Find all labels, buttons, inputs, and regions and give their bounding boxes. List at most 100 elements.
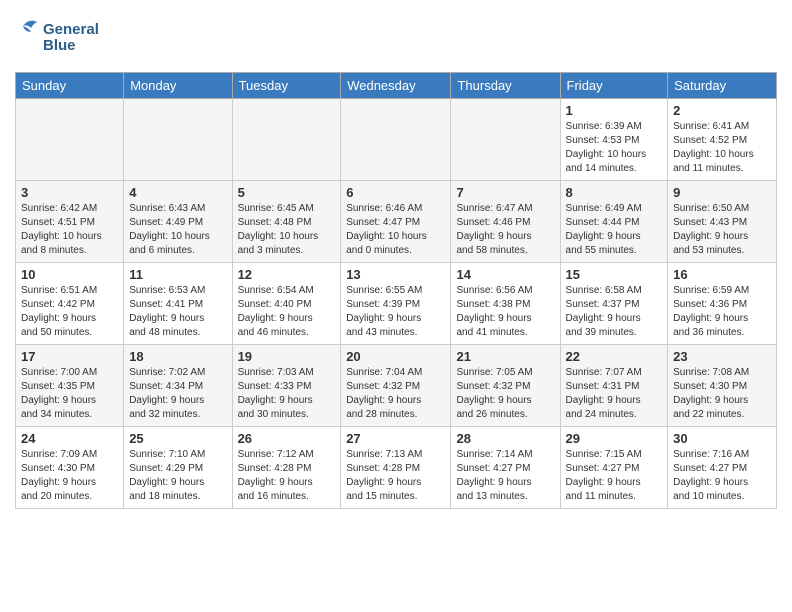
day-number: 18 [129,349,226,364]
day-number: 21 [456,349,554,364]
logo: General Blue [15,14,125,64]
day-info: Sunrise: 7:10 AM Sunset: 4:29 PM Dayligh… [129,448,226,504]
day-number: 23 [673,349,771,364]
calendar-cell: 20 Sunrise: 7:04 AM Sunset: 4:32 PM Dayli… [341,345,451,427]
calendar-cell: 5 Sunrise: 6:45 AM Sunset: 4:48 PM Daylig… [232,181,341,263]
calendar-week-5: 24 Sunrise: 7:09 AM Sunset: 4:30 PM Dayli… [16,427,777,509]
calendar-week-2: 3 Sunrise: 6:42 AM Sunset: 4:51 PM Daylig… [16,181,777,263]
day-number: 15 [566,267,663,282]
day-info: Sunrise: 7:15 AM Sunset: 4:27 PM Dayligh… [566,448,663,504]
calendar-cell: 19Sunrise: 7:03 AM Sunset: 4:33 PM Dayli… [232,345,341,427]
day-number: 14 [456,267,554,282]
calendar-cell: 25 Sunrise: 7:10 AM Sunset: 4:29 PM Dayli… [124,427,232,509]
day-number: 6 [346,185,445,200]
svg-text:Blue: Blue [43,37,76,54]
calendar-cell: 28 Sunrise: 7:14 AM Sunset: 4:27 PM Dayli… [451,427,560,509]
day-number: 25 [129,431,226,446]
calendar-cell: 21Sunrise: 7:05 AM Sunset: 4:32 PM Dayli… [451,345,560,427]
weekday-header-wednesday: Wednesday [341,73,451,99]
day-info: Sunrise: 6:41 AM Sunset: 4:52 PM Dayligh… [673,120,771,176]
day-number: 1 [566,103,663,118]
day-number: 20 [346,349,445,364]
calendar-cell: 11 Sunrise: 6:53 AM Sunset: 4:41 PM Dayli… [124,263,232,345]
calendar-cell: 24 Sunrise: 7:09 AM Sunset: 4:30 PM Dayli… [16,427,124,509]
svg-text:General: General [43,21,99,38]
day-info: Sunrise: 6:43 AM Sunset: 4:49 PM Dayligh… [129,202,226,258]
day-info: Sunrise: 7:07 AM Sunset: 4:31 PM Dayligh… [566,366,663,422]
calendar-week-3: 10Sunrise: 6:51 AM Sunset: 4:42 PM Dayli… [16,263,777,345]
calendar-cell [232,99,341,181]
logo-svg: General Blue [15,14,125,59]
day-info: Sunrise: 7:09 AM Sunset: 4:30 PM Dayligh… [21,448,118,504]
day-info: Sunrise: 6:47 AM Sunset: 4:46 PM Dayligh… [456,202,554,258]
calendar-cell [124,99,232,181]
calendar-cell: 12Sunrise: 6:54 AM Sunset: 4:40 PM Dayli… [232,263,341,345]
day-info: Sunrise: 6:42 AM Sunset: 4:51 PM Dayligh… [21,202,118,258]
day-info: Sunrise: 7:13 AM Sunset: 4:28 PM Dayligh… [346,448,445,504]
day-info: Sunrise: 6:59 AM Sunset: 4:36 PM Dayligh… [673,284,771,340]
day-info: Sunrise: 6:51 AM Sunset: 4:42 PM Dayligh… [21,284,118,340]
calendar-week-1: 1 Sunrise: 6:39 AM Sunset: 4:53 PM Daylig… [16,99,777,181]
calendar-cell: 2Sunrise: 6:41 AM Sunset: 4:52 PM Daylig… [668,99,777,181]
day-info: Sunrise: 6:55 AM Sunset: 4:39 PM Dayligh… [346,284,445,340]
calendar-cell: 17 Sunrise: 7:00 AM Sunset: 4:35 PM Dayli… [16,345,124,427]
day-info: Sunrise: 7:02 AM Sunset: 4:34 PM Dayligh… [129,366,226,422]
calendar-cell: 22 Sunrise: 7:07 AM Sunset: 4:31 PM Dayli… [560,345,668,427]
weekday-header-tuesday: Tuesday [232,73,341,99]
header: General Blue [15,10,777,64]
day-number: 12 [238,267,336,282]
calendar-cell: 9 Sunrise: 6:50 AM Sunset: 4:43 PM Daylig… [668,181,777,263]
day-number: 24 [21,431,118,446]
calendar-cell: 3 Sunrise: 6:42 AM Sunset: 4:51 PM Daylig… [16,181,124,263]
calendar-cell: 4 Sunrise: 6:43 AM Sunset: 4:49 PM Daylig… [124,181,232,263]
day-number: 17 [21,349,118,364]
day-number: 4 [129,185,226,200]
calendar-cell [16,99,124,181]
calendar-cell: 15 Sunrise: 6:58 AM Sunset: 4:37 PM Dayli… [560,263,668,345]
calendar-cell: 13 Sunrise: 6:55 AM Sunset: 4:39 PM Dayli… [341,263,451,345]
day-info: Sunrise: 6:50 AM Sunset: 4:43 PM Dayligh… [673,202,771,258]
day-number: 7 [456,185,554,200]
day-number: 30 [673,431,771,446]
calendar-cell: 7 Sunrise: 6:47 AM Sunset: 4:46 PM Daylig… [451,181,560,263]
calendar-cell: 10Sunrise: 6:51 AM Sunset: 4:42 PM Dayli… [16,263,124,345]
weekday-header-thursday: Thursday [451,73,560,99]
day-number: 22 [566,349,663,364]
calendar-cell [451,99,560,181]
calendar-cell: 6 Sunrise: 6:46 AM Sunset: 4:47 PM Daylig… [341,181,451,263]
calendar-cell: 14Sunrise: 6:56 AM Sunset: 4:38 PM Dayli… [451,263,560,345]
day-number: 27 [346,431,445,446]
day-info: Sunrise: 7:00 AM Sunset: 4:35 PM Dayligh… [21,366,118,422]
day-info: Sunrise: 7:14 AM Sunset: 4:27 PM Dayligh… [456,448,554,504]
day-info: Sunrise: 6:46 AM Sunset: 4:47 PM Dayligh… [346,202,445,258]
weekday-header-monday: Monday [124,73,232,99]
day-info: Sunrise: 7:12 AM Sunset: 4:28 PM Dayligh… [238,448,336,504]
day-number: 9 [673,185,771,200]
day-number: 26 [238,431,336,446]
day-number: 5 [238,185,336,200]
day-number: 3 [21,185,118,200]
day-info: Sunrise: 6:45 AM Sunset: 4:48 PM Dayligh… [238,202,336,258]
calendar-cell: 30Sunrise: 7:16 AM Sunset: 4:27 PM Dayli… [668,427,777,509]
calendar-cell: 8Sunrise: 6:49 AM Sunset: 4:44 PM Daylig… [560,181,668,263]
day-info: Sunrise: 6:49 AM Sunset: 4:44 PM Dayligh… [566,202,663,258]
calendar-cell: 1 Sunrise: 6:39 AM Sunset: 4:53 PM Daylig… [560,99,668,181]
calendar-header-row: SundayMondayTuesdayWednesdayThursdayFrid… [16,73,777,99]
logo-text-block: General Blue [15,14,125,64]
day-number: 16 [673,267,771,282]
day-info: Sunrise: 6:53 AM Sunset: 4:41 PM Dayligh… [129,284,226,340]
calendar-cell: 18 Sunrise: 7:02 AM Sunset: 4:34 PM Dayli… [124,345,232,427]
day-number: 28 [456,431,554,446]
calendar-cell: 26 Sunrise: 7:12 AM Sunset: 4:28 PM Dayli… [232,427,341,509]
day-number: 11 [129,267,226,282]
page: General Blue SundayMondayTuesdayWednesda… [0,0,792,612]
day-number: 29 [566,431,663,446]
calendar-cell: 16 Sunrise: 6:59 AM Sunset: 4:36 PM Dayli… [668,263,777,345]
day-info: Sunrise: 7:04 AM Sunset: 4:32 PM Dayligh… [346,366,445,422]
day-number: 19 [238,349,336,364]
day-info: Sunrise: 6:39 AM Sunset: 4:53 PM Dayligh… [566,120,663,176]
day-info: Sunrise: 6:58 AM Sunset: 4:37 PM Dayligh… [566,284,663,340]
calendar-cell: 27 Sunrise: 7:13 AM Sunset: 4:28 PM Dayli… [341,427,451,509]
calendar-week-4: 17 Sunrise: 7:00 AM Sunset: 4:35 PM Dayli… [16,345,777,427]
day-number: 13 [346,267,445,282]
